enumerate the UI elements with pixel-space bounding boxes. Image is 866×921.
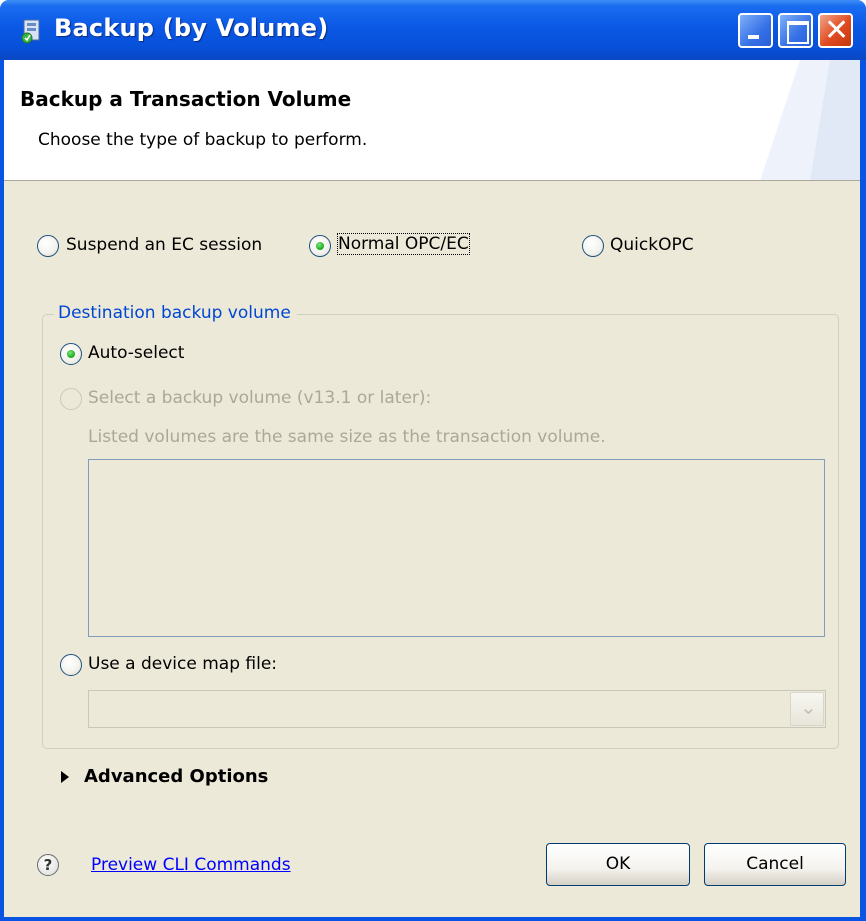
preview-cli-link[interactable]: Preview CLI Commands [91,855,291,875]
combo-dropdown-button: ⌄ [790,692,824,726]
dialog-window: Backup (by Volume) ✕ Backup a Transactio… [0,0,866,921]
radio-select-volume-label: Select a backup volume (v13.1 or later): [88,388,432,408]
maximize-button[interactable] [778,13,813,48]
help-icon[interactable]: ? [37,854,59,876]
radio-suspend-ec[interactable] [37,235,59,257]
page-title: Backup a Transaction Volume [20,87,352,111]
destination-group-title: Destination backup volume [54,303,297,323]
device-map-combo: ⌄ [88,690,826,728]
radio-normal-opc-label[interactable]: Normal OPC/EC [337,233,470,255]
app-icon [21,19,40,44]
header-banner: Backup a Transaction Volume Choose the t… [4,60,860,181]
volume-hint-text: Listed volumes are the same size as the … [88,427,606,447]
cancel-button[interactable]: Cancel [704,843,846,886]
radio-quickopc-label[interactable]: QuickOPC [610,235,694,255]
advanced-options-toggle[interactable]: Advanced Options [84,766,268,787]
title-bar[interactable]: Backup (by Volume) ✕ [0,0,866,60]
radio-suspend-ec-label[interactable]: Suspend an EC session [66,235,262,255]
expand-arrow-icon[interactable] [61,771,69,783]
radio-normal-opc[interactable] [309,235,331,257]
ok-button[interactable]: OK [546,843,690,886]
radio-select-volume [60,388,82,410]
radio-auto-select-label[interactable]: Auto-select [88,343,184,363]
radio-device-map-label[interactable]: Use a device map file: [88,654,277,674]
radio-quickopc[interactable] [582,235,604,257]
close-icon: ✕ [824,13,850,48]
radio-device-map[interactable] [60,654,82,676]
radio-auto-select[interactable] [60,343,82,365]
minimize-button[interactable] [738,13,773,48]
window-title: Backup (by Volume) [54,14,329,42]
chevron-down-icon: ⌄ [800,695,817,719]
dialog-body: Backup a Transaction Volume Choose the t… [4,60,860,917]
close-button[interactable]: ✕ [818,13,853,48]
page-description: Choose the type of backup to perform. [38,130,368,150]
banner-decoration [760,60,860,180]
backup-volume-list [88,459,825,637]
